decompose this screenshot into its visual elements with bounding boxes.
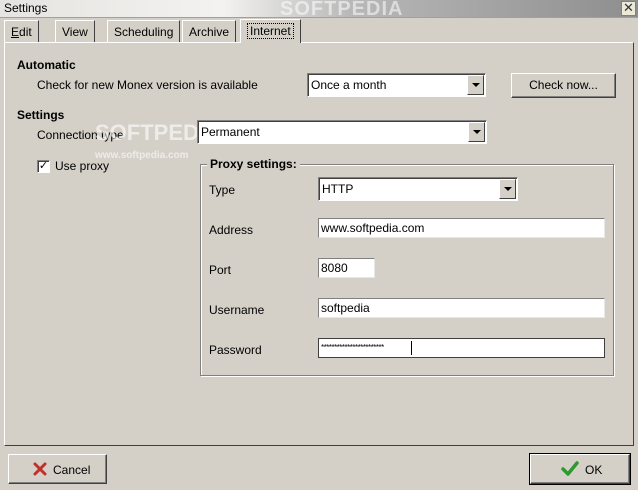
username-input[interactable]: softpedia [318, 298, 605, 318]
chevron-down-icon[interactable] [499, 179, 516, 199]
automatic-heading: Automatic [17, 58, 76, 72]
proxy-settings-title: Proxy settings: [207, 157, 300, 171]
port-value: 8080 [321, 261, 348, 275]
address-label: Address [209, 223, 254, 237]
chevron-down-icon[interactable] [468, 122, 485, 142]
tab-scheduling-label: Scheduling [114, 25, 174, 39]
frequency-select[interactable]: Once a month [307, 73, 486, 97]
checkmark-icon [561, 461, 579, 476]
type-label: Type [209, 183, 236, 197]
tab-archive[interactable]: Archive [182, 20, 237, 42]
tab-internet-label: Internet [247, 23, 294, 39]
port-input[interactable]: 8080 [318, 258, 375, 278]
tab-edit-label: dit [19, 25, 32, 39]
connection-type-select[interactable]: Permanent [197, 120, 487, 144]
settings-heading: Settings [17, 108, 65, 122]
username-label: Username [209, 303, 265, 317]
cancel-label: Cancel [53, 463, 91, 477]
ok-label: OK [585, 463, 603, 477]
password-input[interactable]: ************************ [318, 338, 605, 358]
address-input[interactable]: www.softpedia.com [318, 218, 605, 238]
tab-archive-label: Archive [189, 25, 230, 39]
password-value: ************************ [321, 343, 384, 352]
connection-type-value: Permanent [201, 125, 260, 139]
port-label: Port [209, 263, 232, 277]
password-label: Password [209, 343, 262, 357]
watermark: SOFTPEDIA [280, 0, 404, 20]
proxy-type-select[interactable]: HTTP [318, 177, 518, 201]
ok-button[interactable]: OK [529, 453, 631, 485]
use-proxy-checkbox[interactable]: ✓ [37, 160, 50, 173]
tab-view-label: View [62, 25, 88, 39]
check-now-button[interactable]: Check now... [511, 73, 616, 98]
title-bar[interactable]: Settings SOFTPEDIA ✕ [0, 0, 638, 20]
check-version-label: Check for new Monex version is available [37, 78, 258, 92]
use-proxy-label: Use proxy [55, 159, 110, 173]
chevron-down-icon[interactable] [467, 75, 484, 95]
tab-scheduling[interactable]: Scheduling [107, 20, 181, 42]
text-caret [411, 341, 412, 355]
window-title: Settings [4, 1, 48, 15]
x-icon [33, 462, 47, 476]
address-value: www.softpedia.com [321, 221, 425, 235]
username-value: softpedia [321, 301, 370, 315]
frequency-value: Once a month [311, 78, 387, 92]
cancel-button[interactable]: Cancel [8, 454, 107, 484]
proxy-type-value: HTTP [322, 182, 354, 196]
tab-internet[interactable]: Internet [240, 19, 301, 43]
tab-view[interactable]: View [55, 20, 95, 42]
close-icon[interactable]: ✕ [621, 1, 636, 16]
tab-edit[interactable]: Edit [4, 20, 39, 42]
